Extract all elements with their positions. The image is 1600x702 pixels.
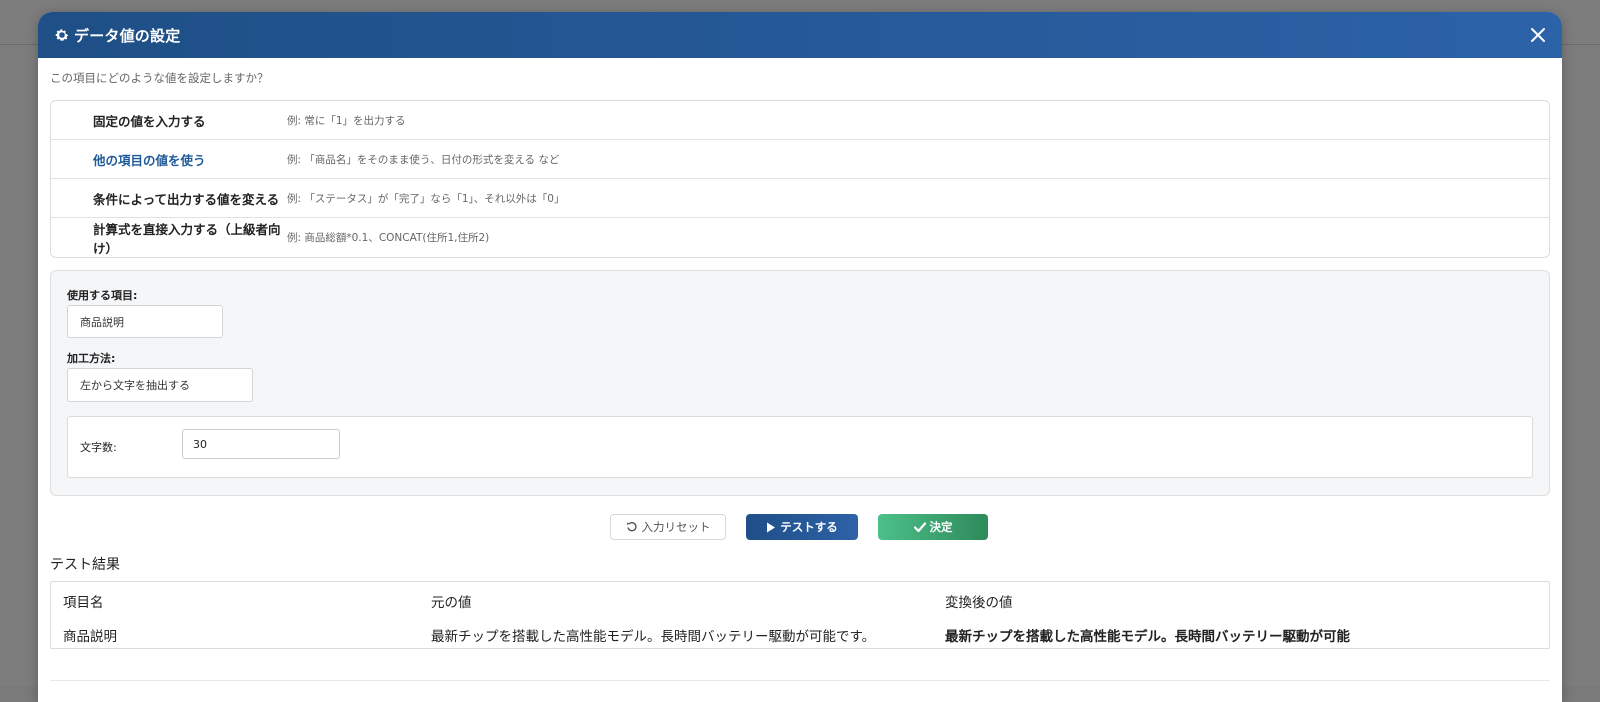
method-label: 加工方法: <box>67 352 116 365</box>
header-field-name: 項目名 <box>63 595 104 611</box>
dialog-header: データ値の設定 <box>38 12 1562 58</box>
header-original-value: 元の値 <box>431 595 472 611</box>
test-result-table: 項目名 元の値 変換後の値 商品説明 最新チップを搭載した高性能モデル。長時間バ… <box>50 581 1550 649</box>
option-example: 例: 「商品名」をそのまま使う、日付の形式を変える など <box>287 153 560 166</box>
table-header-row: 項目名 元の値 変換後の値 <box>51 582 1549 614</box>
value-type-options: 固定の値を入力する 例: 常に「1」を出力する 他の項目の値を使う 例: 「商品… <box>50 100 1550 258</box>
option-formula[interactable]: 計算式を直接入力する（上級者向け） 例: 商品総額*0.1、CONCAT(住所1… <box>51 218 1549 257</box>
cell-converted-value: 最新チップを搭載した高性能モデル。長時間バッテリー駆動が可能 <box>945 629 1350 645</box>
table-row: 商品説明 最新チップを搭載した高性能モデル。長時間バッテリー駆動が可能です。 最… <box>51 616 1549 648</box>
close-icon[interactable] <box>1528 25 1548 45</box>
config-panel: 使用する項目: 商品説明 加工方法: 左から文字を抽出する 文字数: 30 <box>50 270 1550 496</box>
option-example: 例: 常に「1」を出力する <box>287 114 406 127</box>
reset-button[interactable]: 入力リセット <box>610 514 726 540</box>
char-count-label: 文字数: <box>80 441 117 454</box>
option-label: 他の項目の値を使う <box>93 152 206 168</box>
option-example: 例: 商品総額*0.1、CONCAT(住所1,住所2) <box>287 232 490 244</box>
option-example: 例: 「ステータス」が「完了」なら「1」、それ以外は「0」 <box>287 192 565 205</box>
reset-icon <box>626 522 637 532</box>
option-label: 条件によって出力する値を変える <box>93 191 280 207</box>
bottom-divider <box>50 680 1550 681</box>
ok-button[interactable]: 決定 <box>878 514 988 540</box>
header-converted-value: 変換後の値 <box>945 595 1013 611</box>
source-field-label: 使用する項目: <box>67 289 138 302</box>
method-select[interactable]: 左から文字を抽出する <box>67 368 253 402</box>
play-icon <box>767 522 776 532</box>
cell-original-value: 最新チップを搭載した高性能モデル。長時間バッテリー駆動が可能です。 <box>431 629 876 645</box>
cell-field-name: 商品説明 <box>63 629 117 645</box>
dialog-title: データ値の設定 <box>74 26 181 45</box>
test-result-title: テスト結果 <box>50 557 120 573</box>
option-other-field[interactable]: 他の項目の値を使う 例: 「商品名」をそのまま使う、日付の形式を変える など <box>51 140 1549 179</box>
source-field-select[interactable]: 商品説明 <box>67 305 223 338</box>
test-button[interactable]: テストする <box>746 514 858 540</box>
test-button-label: テストする <box>780 520 838 534</box>
option-label: 固定の値を入力する <box>93 113 206 129</box>
option-label: 計算式を直接入力する（上級者向け） <box>93 221 281 256</box>
gear-icon <box>55 29 69 41</box>
data-value-dialog: データ値の設定 この項目にどのような値を設定しますか？ 固定の値を入力する 例:… <box>38 12 1562 702</box>
option-fixed-value[interactable]: 固定の値を入力する 例: 常に「1」を出力する <box>51 101 1549 140</box>
ok-button-label: 決定 <box>929 520 953 534</box>
char-count-input[interactable]: 30 <box>182 429 340 459</box>
option-conditional[interactable]: 条件によって出力する値を変える 例: 「ステータス」が「完了」なら「1」、それ以… <box>51 179 1549 218</box>
reset-button-label: 入力リセット <box>641 520 711 534</box>
check-icon <box>913 521 926 532</box>
method-options-panel: 文字数: 30 <box>67 416 1533 478</box>
dialog-question: この項目にどのような値を設定しますか？ <box>50 71 269 85</box>
